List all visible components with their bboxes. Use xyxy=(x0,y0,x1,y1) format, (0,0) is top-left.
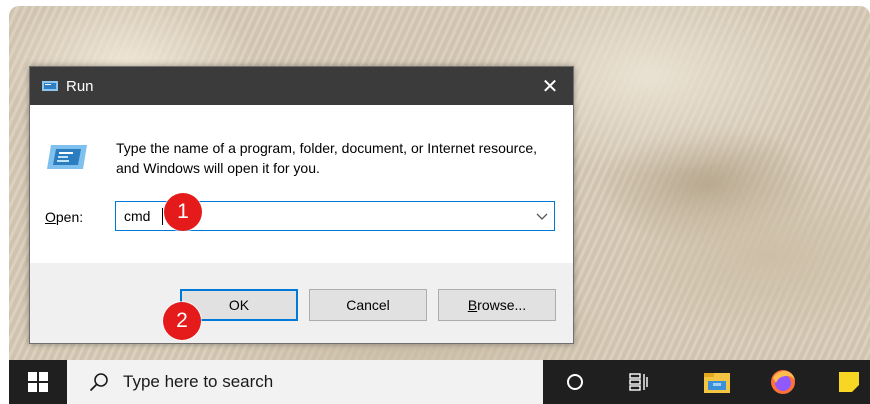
run-dialog: Run ✕ Type the name of a program, folder… xyxy=(29,66,574,344)
chevron-down-icon[interactable] xyxy=(536,211,548,221)
search-placeholder: Type here to search xyxy=(123,372,274,391)
dialog-titlebar[interactable]: Run ✕ xyxy=(30,67,573,105)
open-label-accesskey: O xyxy=(45,209,56,225)
dialog-footer: OK Cancel Browse... xyxy=(30,263,573,343)
cancel-button-label: Cancel xyxy=(346,297,390,313)
start-button[interactable] xyxy=(9,360,67,404)
browse-accesskey: B xyxy=(467,297,478,313)
sticky-notes-button[interactable] xyxy=(825,360,870,404)
dialog-title: Run xyxy=(66,77,94,95)
run-app-icon xyxy=(42,81,58,91)
text-caret xyxy=(162,208,163,225)
browse-label-rest: rowse... xyxy=(477,297,527,313)
cortana-icon xyxy=(567,374,583,390)
task-view-icon xyxy=(629,373,648,391)
screenshot-frame: Run ✕ Type the name of a program, folder… xyxy=(0,0,870,404)
open-label-text: pen: xyxy=(55,209,84,225)
firefox-icon xyxy=(771,370,795,394)
ok-button-label: OK xyxy=(228,297,250,313)
step-1-badge: 1 xyxy=(164,193,202,231)
step-2-badge: 2 xyxy=(163,302,201,340)
taskbar-search-box[interactable]: Type here to search xyxy=(67,360,543,404)
sticky-notes-icon xyxy=(839,372,859,392)
dialog-description: Type the name of a program, folder, docu… xyxy=(116,140,538,176)
open-label: Open: xyxy=(45,209,83,225)
browse-button-label: Browse... xyxy=(468,297,526,313)
close-icon: ✕ xyxy=(541,75,559,98)
file-explorer-icon xyxy=(704,373,730,393)
file-explorer-button[interactable] xyxy=(693,360,741,404)
taskbar-apps xyxy=(543,360,870,404)
close-button[interactable]: ✕ xyxy=(527,67,573,105)
task-view-button[interactable] xyxy=(615,360,663,404)
taskbar: Type here to search xyxy=(9,360,870,404)
cancel-button[interactable]: Cancel xyxy=(309,289,427,321)
windows-start-icon xyxy=(28,372,48,392)
run-program-icon xyxy=(47,145,87,169)
search-icon xyxy=(89,373,108,392)
browse-button[interactable]: Browse... xyxy=(438,289,556,321)
dialog-body: Type the name of a program, folder, docu… xyxy=(30,105,573,263)
cortana-button[interactable] xyxy=(551,360,599,404)
firefox-button[interactable] xyxy=(759,360,807,404)
